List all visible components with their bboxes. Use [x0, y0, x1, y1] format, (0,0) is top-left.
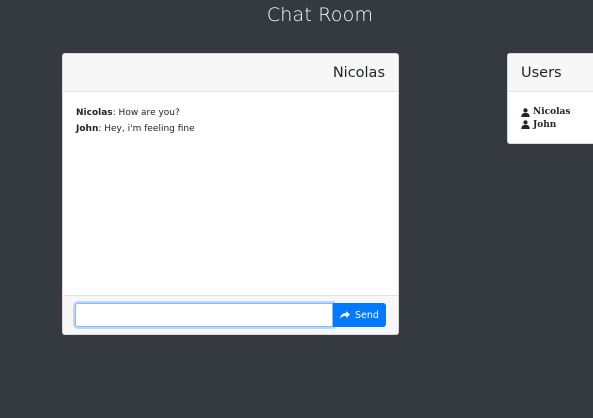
user-list-item: Nicolas [521, 106, 593, 119]
user-name: John [533, 119, 557, 130]
message-input[interactable] [75, 303, 333, 327]
message-text: : How are you? [112, 108, 180, 118]
message-list: Nicolas: How are you? John: Hey, i'm fee… [63, 92, 398, 296]
chat-header-name: Nicolas [332, 64, 385, 81]
page-title: Chat Room [266, 4, 374, 26]
chat-header: Nicolas [63, 54, 398, 92]
users-panel: Users Nicolas John [507, 53, 593, 144]
user-name: Nicolas [533, 107, 571, 117]
chat-footer: Send [63, 295, 398, 334]
chat-page: Chat Room Nicolas Nicolas: How are you? … [0, 0, 593, 418]
message-item: John: Hey, i'm feeling fine [76, 122, 385, 138]
send-button-label: Send [355, 309, 379, 321]
message-text: : Hey, i'm feeling fine [98, 123, 195, 134]
message-author: John [76, 123, 99, 134]
chat-panel: Nicolas Nicolas: How are you? John: Hey,… [62, 53, 399, 335]
user-icon [521, 120, 530, 130]
user-icon [521, 107, 530, 117]
share-icon [340, 310, 351, 319]
message-item: Nicolas: How are you? [76, 106, 385, 122]
user-list: Nicolas John [508, 92, 593, 131]
send-button[interactable]: Send [333, 303, 386, 327]
message-author: Nicolas [76, 108, 113, 118]
user-list-item: John [521, 119, 593, 132]
users-header: Users [508, 54, 593, 92]
